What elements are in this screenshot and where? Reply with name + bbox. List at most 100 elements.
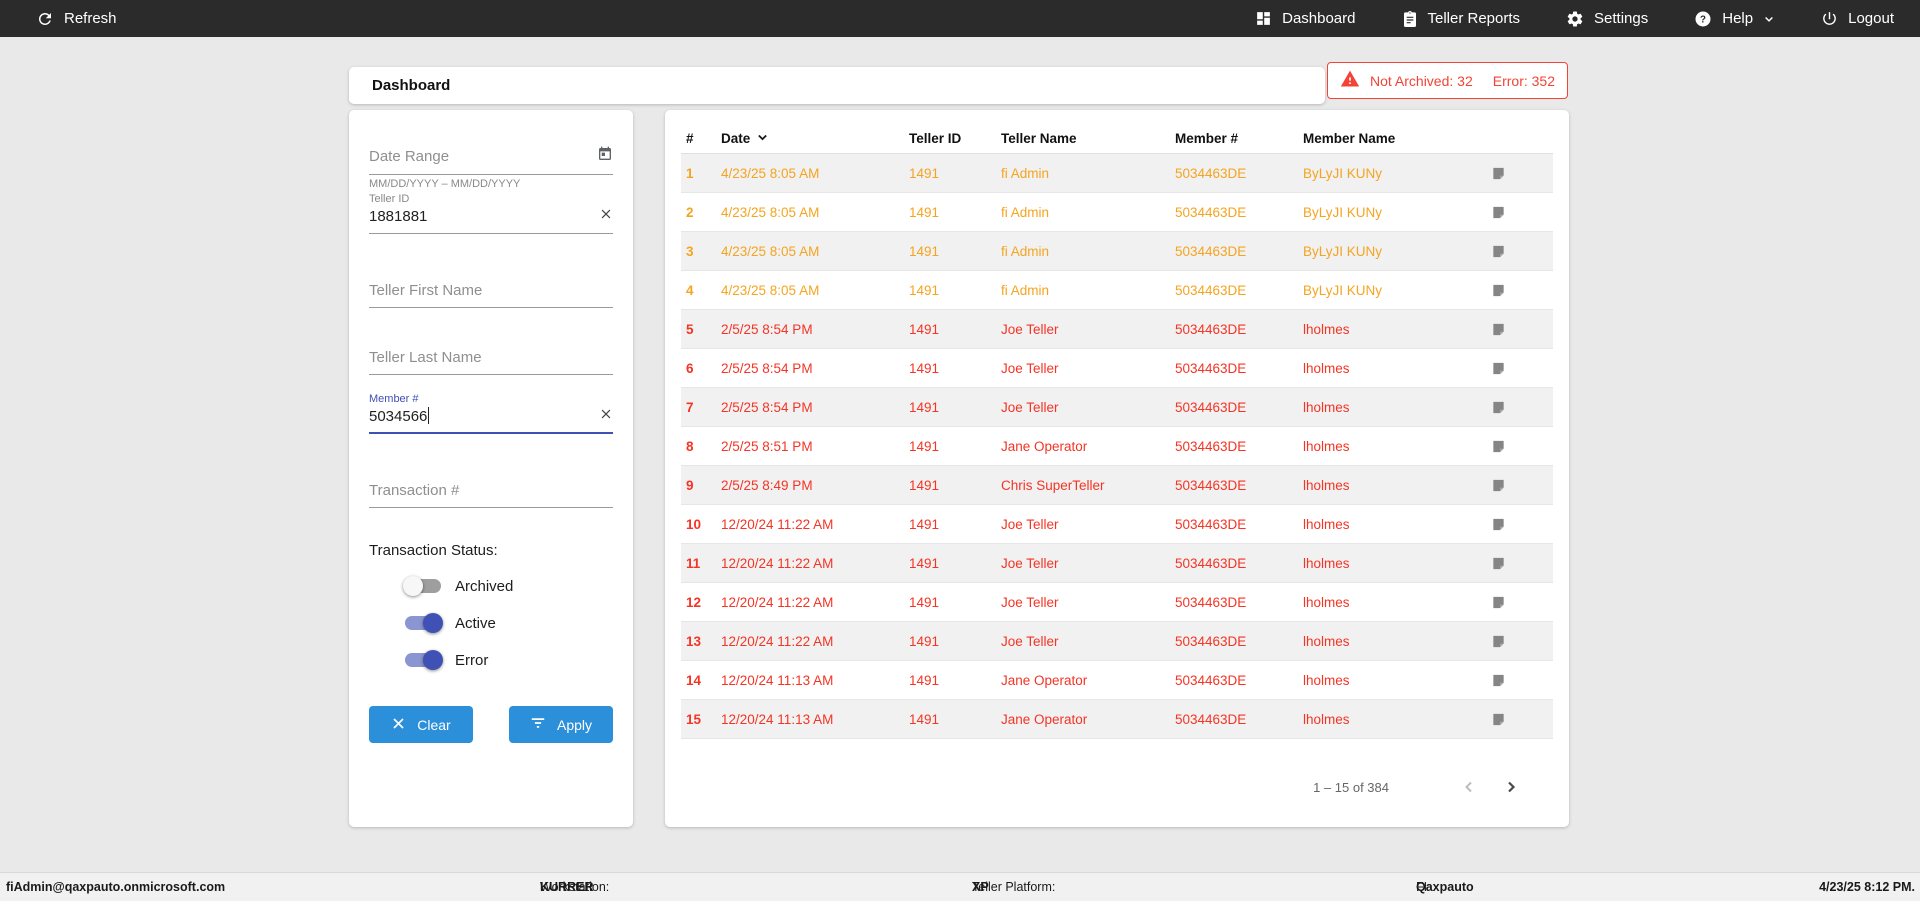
table-row[interactable]: 15 12/20/24 11:13 AM 1491 Jane Operator … <box>681 700 1553 739</box>
cell-member-name: lholmes <box>1303 478 1443 493</box>
note-icon[interactable] <box>1491 439 1506 454</box>
table-row[interactable]: 4 4/23/25 8:05 AM 1491 fi Admin 5034463D… <box>681 271 1553 310</box>
cell-teller-name: Joe Teller <box>1001 400 1175 415</box>
nav-help-label: Help <box>1722 10 1753 27</box>
cell-teller-id: 1491 <box>909 478 1001 493</box>
table-row[interactable]: 14 12/20/24 11:13 AM 1491 Jane Operator … <box>681 661 1553 700</box>
calendar-icon[interactable] <box>597 146 613 166</box>
table-row[interactable]: 8 2/5/25 8:51 PM 1491 Jane Operator 5034… <box>681 427 1553 466</box>
table-row[interactable]: 11 12/20/24 11:22 AM 1491 Joe Teller 503… <box>681 544 1553 583</box>
cell-member-name: ByLyJI KUNy <box>1303 205 1443 220</box>
pagination-bar: 1 – 15 of 384 <box>681 779 1553 795</box>
teller-id-field[interactable]: 1881881 <box>369 205 613 234</box>
clear-button[interactable]: Clear <box>369 706 473 743</box>
table-row[interactable]: 1 4/23/25 8:05 AM 1491 fi Admin 5034463D… <box>681 154 1553 193</box>
note-icon[interactable] <box>1491 673 1506 688</box>
active-toggle[interactable] <box>405 616 441 630</box>
note-icon[interactable] <box>1491 283 1506 298</box>
clear-member-number-icon[interactable] <box>599 407 613 425</box>
date-range-input[interactable]: Date Range <box>369 148 591 165</box>
note-icon[interactable] <box>1491 244 1506 259</box>
note-icon[interactable] <box>1491 595 1506 610</box>
gear-icon <box>1566 10 1584 28</box>
transaction-number-input[interactable]: Transaction # <box>369 482 613 499</box>
note-icon[interactable] <box>1491 517 1506 532</box>
teller-first-name-field[interactable]: Teller First Name <box>369 278 613 308</box>
cell-num: 2 <box>681 205 721 220</box>
cell-teller-id: 1491 <box>909 166 1001 181</box>
table-row[interactable]: 6 2/5/25 8:54 PM 1491 Joe Teller 5034463… <box>681 349 1553 388</box>
table-header-row: # Date Teller ID Teller Name Member # Me… <box>681 124 1553 154</box>
table-body: 1 4/23/25 8:05 AM 1491 fi Admin 5034463D… <box>681 154 1553 739</box>
table-row[interactable]: 10 12/20/24 11:22 AM 1491 Joe Teller 503… <box>681 505 1553 544</box>
footer-datetime: 4/23/25 8:12 PM. <box>1819 880 1915 894</box>
table-row[interactable]: 13 12/20/24 11:22 AM 1491 Joe Teller 503… <box>681 622 1553 661</box>
note-icon[interactable] <box>1491 361 1506 376</box>
cell-num: 11 <box>681 556 721 571</box>
table-row[interactable]: 5 2/5/25 8:54 PM 1491 Joe Teller 5034463… <box>681 310 1553 349</box>
cell-date: 4/23/25 8:05 AM <box>721 244 909 259</box>
table-row[interactable]: 2 4/23/25 8:05 AM 1491 fi Admin 5034463D… <box>681 193 1553 232</box>
text-caret <box>428 407 429 424</box>
note-icon[interactable] <box>1491 634 1506 649</box>
nav-settings[interactable]: Settings <box>1566 10 1648 28</box>
note-icon[interactable] <box>1491 322 1506 337</box>
page-title: Dashboard <box>372 77 450 94</box>
clear-teller-id-icon[interactable] <box>599 207 613 225</box>
cell-teller-id: 1491 <box>909 634 1001 649</box>
cell-num: 15 <box>681 712 721 727</box>
table-row[interactable]: 12 12/20/24 11:22 AM 1491 Joe Teller 503… <box>681 583 1553 622</box>
cell-num: 4 <box>681 283 721 298</box>
cell-member-name: lholmes <box>1303 439 1443 454</box>
note-icon[interactable] <box>1491 478 1506 493</box>
nav-teller-reports[interactable]: Teller Reports <box>1402 10 1521 28</box>
cell-teller-name: Joe Teller <box>1001 556 1175 571</box>
cell-date: 12/20/24 11:13 AM <box>721 673 909 688</box>
note-icon[interactable] <box>1491 556 1506 571</box>
toggle-thumb <box>423 650 443 670</box>
cell-date: 12/20/24 11:22 AM <box>721 634 909 649</box>
cell-teller-id: 1491 <box>909 556 1001 571</box>
note-icon[interactable] <box>1491 400 1506 415</box>
nav-logout[interactable]: Logout <box>1821 10 1894 27</box>
cell-teller-id: 1491 <box>909 517 1001 532</box>
error-toggle-label: Error <box>455 652 488 669</box>
nav-help[interactable]: ? Help <box>1694 10 1775 28</box>
teller-last-name-field[interactable]: Teller Last Name <box>369 345 613 375</box>
member-number-input[interactable]: 5034566 <box>369 407 593 425</box>
cell-member-num: 5034463DE <box>1175 205 1303 220</box>
cell-member-name: lholmes <box>1303 634 1443 649</box>
cell-member-num: 5034463DE <box>1175 673 1303 688</box>
error-toggle[interactable] <box>405 653 441 667</box>
cell-teller-name: Joe Teller <box>1001 322 1175 337</box>
toggle-thumb <box>403 576 423 596</box>
cell-member-name: lholmes <box>1303 595 1443 610</box>
nav-dashboard[interactable]: Dashboard <box>1255 10 1355 27</box>
teller-first-name-input[interactable]: Teller First Name <box>369 282 613 299</box>
note-icon[interactable] <box>1491 166 1506 181</box>
date-range-helper: MM/DD/YYYY – MM/DD/YYYY <box>369 178 613 191</box>
teller-id-input[interactable]: 1881881 <box>369 208 593 225</box>
member-number-field[interactable]: 5034566 <box>369 405 613 434</box>
transaction-number-field[interactable]: Transaction # <box>369 478 613 508</box>
cell-date: 2/5/25 8:54 PM <box>721 322 909 337</box>
toggle-row-archived: Archived <box>405 576 613 596</box>
refresh-button[interactable]: Refresh <box>36 10 117 28</box>
table-row[interactable]: 9 2/5/25 8:49 PM 1491 Chris SuperTeller … <box>681 466 1553 505</box>
table-row[interactable]: 3 4/23/25 8:05 AM 1491 fi Admin 5034463D… <box>681 232 1553 271</box>
cell-member-name: ByLyJI KUNy <box>1303 283 1443 298</box>
pagination-prev-button[interactable] <box>1461 779 1477 795</box>
apply-button[interactable]: Apply <box>509 706 613 743</box>
date-range-field[interactable]: Date Range <box>369 142 613 175</box>
teller-last-name-input[interactable]: Teller Last Name <box>369 349 613 366</box>
pagination-next-button[interactable] <box>1503 779 1519 795</box>
archived-toggle[interactable] <box>405 579 441 593</box>
member-number-label: Member # <box>369 393 613 405</box>
table-row[interactable]: 7 2/5/25 8:54 PM 1491 Joe Teller 5034463… <box>681 388 1553 427</box>
cell-date: 12/20/24 11:22 AM <box>721 556 909 571</box>
note-icon[interactable] <box>1491 712 1506 727</box>
note-icon[interactable] <box>1491 205 1506 220</box>
cell-member-name: lholmes <box>1303 322 1443 337</box>
apply-button-label: Apply <box>557 717 592 733</box>
column-header-date[interactable]: Date <box>721 131 909 147</box>
